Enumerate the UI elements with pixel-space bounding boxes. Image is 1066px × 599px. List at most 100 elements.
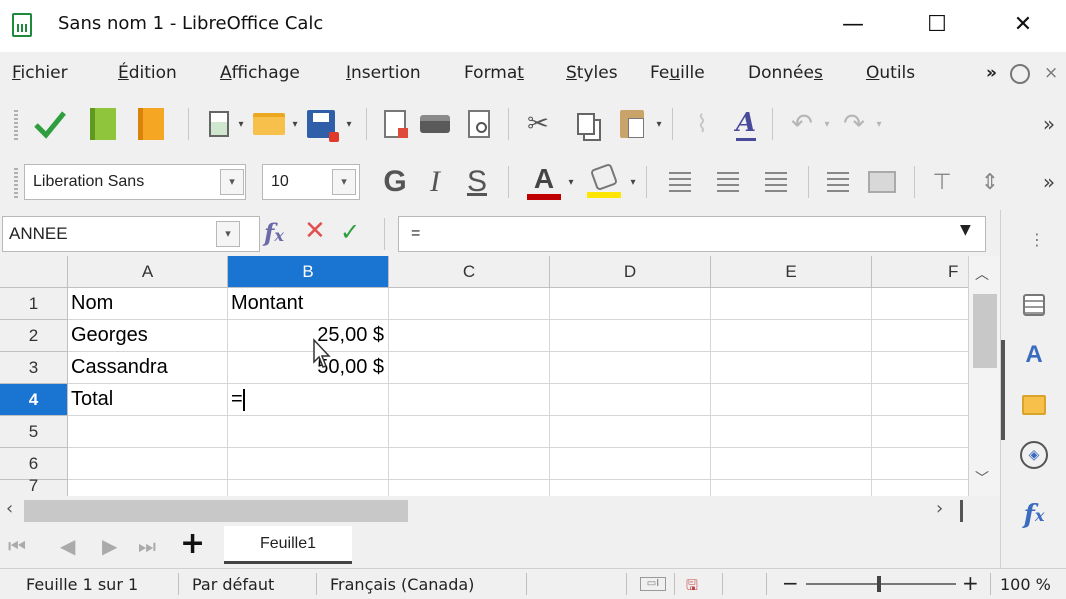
menu-overflow-button[interactable]: » — [986, 63, 997, 83]
new-spreadsheet-icon[interactable] — [206, 108, 232, 140]
font-name-combobox[interactable]: Liberation Sans — [24, 164, 246, 200]
row-header-5[interactable]: 5 — [0, 416, 68, 448]
green-book-icon[interactable] — [86, 106, 120, 142]
select-all-corner[interactable] — [0, 256, 68, 288]
cell-b5[interactable] — [228, 416, 389, 448]
menu-affichage[interactable]: Affichage — [220, 63, 300, 83]
export-pdf-icon[interactable] — [378, 108, 412, 140]
cell-d2[interactable] — [550, 320, 711, 352]
cell-d6[interactable] — [550, 448, 711, 480]
align-right-icon[interactable] — [760, 166, 792, 198]
menu-styles[interactable]: Styles — [566, 63, 618, 83]
highlight-color-icon[interactable] — [584, 160, 624, 204]
copy-icon[interactable] — [568, 106, 604, 142]
toolbar-grip[interactable] — [14, 166, 18, 198]
print-icon[interactable] — [416, 108, 454, 140]
cell-f7[interactable] — [872, 480, 968, 496]
cell-b2[interactable]: 25,00 $ — [228, 320, 389, 352]
cell-d4[interactable] — [550, 384, 711, 416]
cell-a6[interactable] — [68, 448, 228, 480]
sheet-info-status[interactable]: Feuille 1 sur 1 — [26, 575, 138, 594]
cell-e5[interactable] — [711, 416, 872, 448]
scroll-down-chevron-icon[interactable]: ﹀ — [975, 468, 989, 488]
expand-formula-bar-icon[interactable]: ▼ — [960, 222, 971, 238]
menu-outils[interactable]: Outils — [866, 63, 915, 83]
cell-b7[interactable] — [228, 480, 389, 496]
cell-e2[interactable] — [711, 320, 872, 352]
scroll-right-chevron-icon[interactable]: › — [936, 498, 943, 519]
new-dropdown-chevron-icon[interactable]: ▾ — [234, 108, 248, 140]
cell-f3[interactable] — [872, 352, 968, 384]
clone-formatting-brush-icon[interactable]: ⌇ — [684, 106, 720, 142]
bold-button[interactable]: G — [378, 162, 412, 202]
cell-f2[interactable] — [872, 320, 968, 352]
close-document-icon[interactable]: × — [1044, 63, 1058, 83]
font-size-dropdown-chevron-icon[interactable]: ▾ — [332, 169, 356, 195]
cancel-x-icon[interactable]: ✕ — [304, 216, 326, 246]
column-header-b[interactable]: B — [228, 256, 389, 288]
cell-f1[interactable] — [872, 288, 968, 320]
menu-edition[interactable]: Édition — [118, 63, 177, 83]
zoom-slider-thumb[interactable] — [877, 576, 881, 592]
cell-c4[interactable] — [389, 384, 550, 416]
font-color-button[interactable]: A — [526, 160, 562, 204]
vertical-scroll-thumb[interactable] — [973, 294, 997, 368]
add-sheet-button[interactable]: + — [180, 526, 205, 561]
cell-d3[interactable] — [550, 352, 711, 384]
cell-b4-active[interactable]: = — [228, 384, 389, 416]
sheet-tab-feuille1[interactable]: Feuille1 — [224, 526, 352, 564]
highlight-dropdown-chevron-icon[interactable]: ▾ — [626, 166, 640, 198]
font-name-dropdown-chevron-icon[interactable]: ▾ — [220, 169, 244, 195]
cell-b3[interactable]: 50,00 $ — [228, 352, 389, 384]
accept-check-icon[interactable]: ✓ — [340, 218, 360, 246]
menu-insertion[interactable]: Insertion — [346, 63, 421, 83]
italic-button[interactable]: I — [420, 162, 450, 202]
column-header-d[interactable]: D — [550, 256, 711, 288]
first-sheet-icon[interactable]: ⏮ — [8, 534, 26, 558]
sidebar-menu-icon[interactable]: ⋮ — [1029, 230, 1045, 249]
merge-cells-icon[interactable] — [864, 166, 900, 198]
cut-scissors-icon[interactable]: ✂ — [520, 106, 556, 142]
last-sheet-icon[interactable]: ⏭ — [138, 534, 156, 558]
align-center-icon[interactable] — [712, 166, 744, 198]
paste-icon[interactable] — [614, 106, 650, 142]
wrap-text-icon[interactable] — [822, 166, 854, 198]
row-header-4[interactable]: 4 — [0, 384, 68, 416]
align-left-icon[interactable] — [664, 166, 696, 198]
accept-checkmark-icon[interactable] — [30, 106, 70, 142]
menu-donnees[interactable]: Données — [748, 63, 823, 83]
cell-a7[interactable] — [68, 480, 228, 496]
cell-f4[interactable] — [872, 384, 968, 416]
horizontal-scroll-thumb[interactable] — [24, 500, 408, 522]
sidebar-collapse-handle[interactable] — [1001, 340, 1005, 440]
cell-e6[interactable] — [711, 448, 872, 480]
document-modified-icon[interactable]: 🖫 — [686, 575, 698, 599]
redo-icon[interactable]: ↷ — [836, 106, 872, 142]
cell-e1[interactable] — [711, 288, 872, 320]
cell-c3[interactable] — [389, 352, 550, 384]
undo-icon[interactable]: ↶ — [784, 106, 820, 142]
cell-b1[interactable]: Montant — [228, 288, 389, 320]
selection-mode-icon[interactable]: ▭I — [640, 577, 666, 591]
column-header-e[interactable]: E — [711, 256, 872, 288]
row-header-2[interactable]: 2 — [0, 320, 68, 352]
menu-format[interactable]: Format — [464, 63, 524, 83]
cell-c2[interactable] — [389, 320, 550, 352]
close-button[interactable]: ✕ — [1000, 8, 1046, 42]
language-status[interactable]: Français (Canada) — [330, 575, 474, 594]
align-top-icon[interactable]: ⊤ — [926, 166, 958, 198]
cell-a4[interactable]: Total — [68, 384, 228, 416]
cell-d1[interactable] — [550, 288, 711, 320]
toolbar-overflow-chevron-icon[interactable]: » — [1036, 166, 1062, 198]
vertical-scrollbar[interactable]: ︿ ﹀ — [968, 256, 1000, 496]
font-color-dropdown-chevron-icon[interactable]: ▾ — [564, 166, 578, 198]
zoom-level[interactable]: 100 % — [1000, 575, 1051, 594]
menu-feuille[interactable]: Feuille — [650, 63, 705, 83]
align-middle-icon[interactable]: ⇕ — [974, 166, 1006, 198]
save-dropdown-chevron-icon[interactable]: ▾ — [342, 108, 356, 140]
cell-f6[interactable] — [872, 448, 968, 480]
cell-c1[interactable] — [389, 288, 550, 320]
name-box-dropdown-chevron-icon[interactable]: ▾ — [216, 221, 240, 247]
globe-icon[interactable] — [1010, 64, 1030, 84]
split-handle[interactable] — [960, 500, 963, 522]
